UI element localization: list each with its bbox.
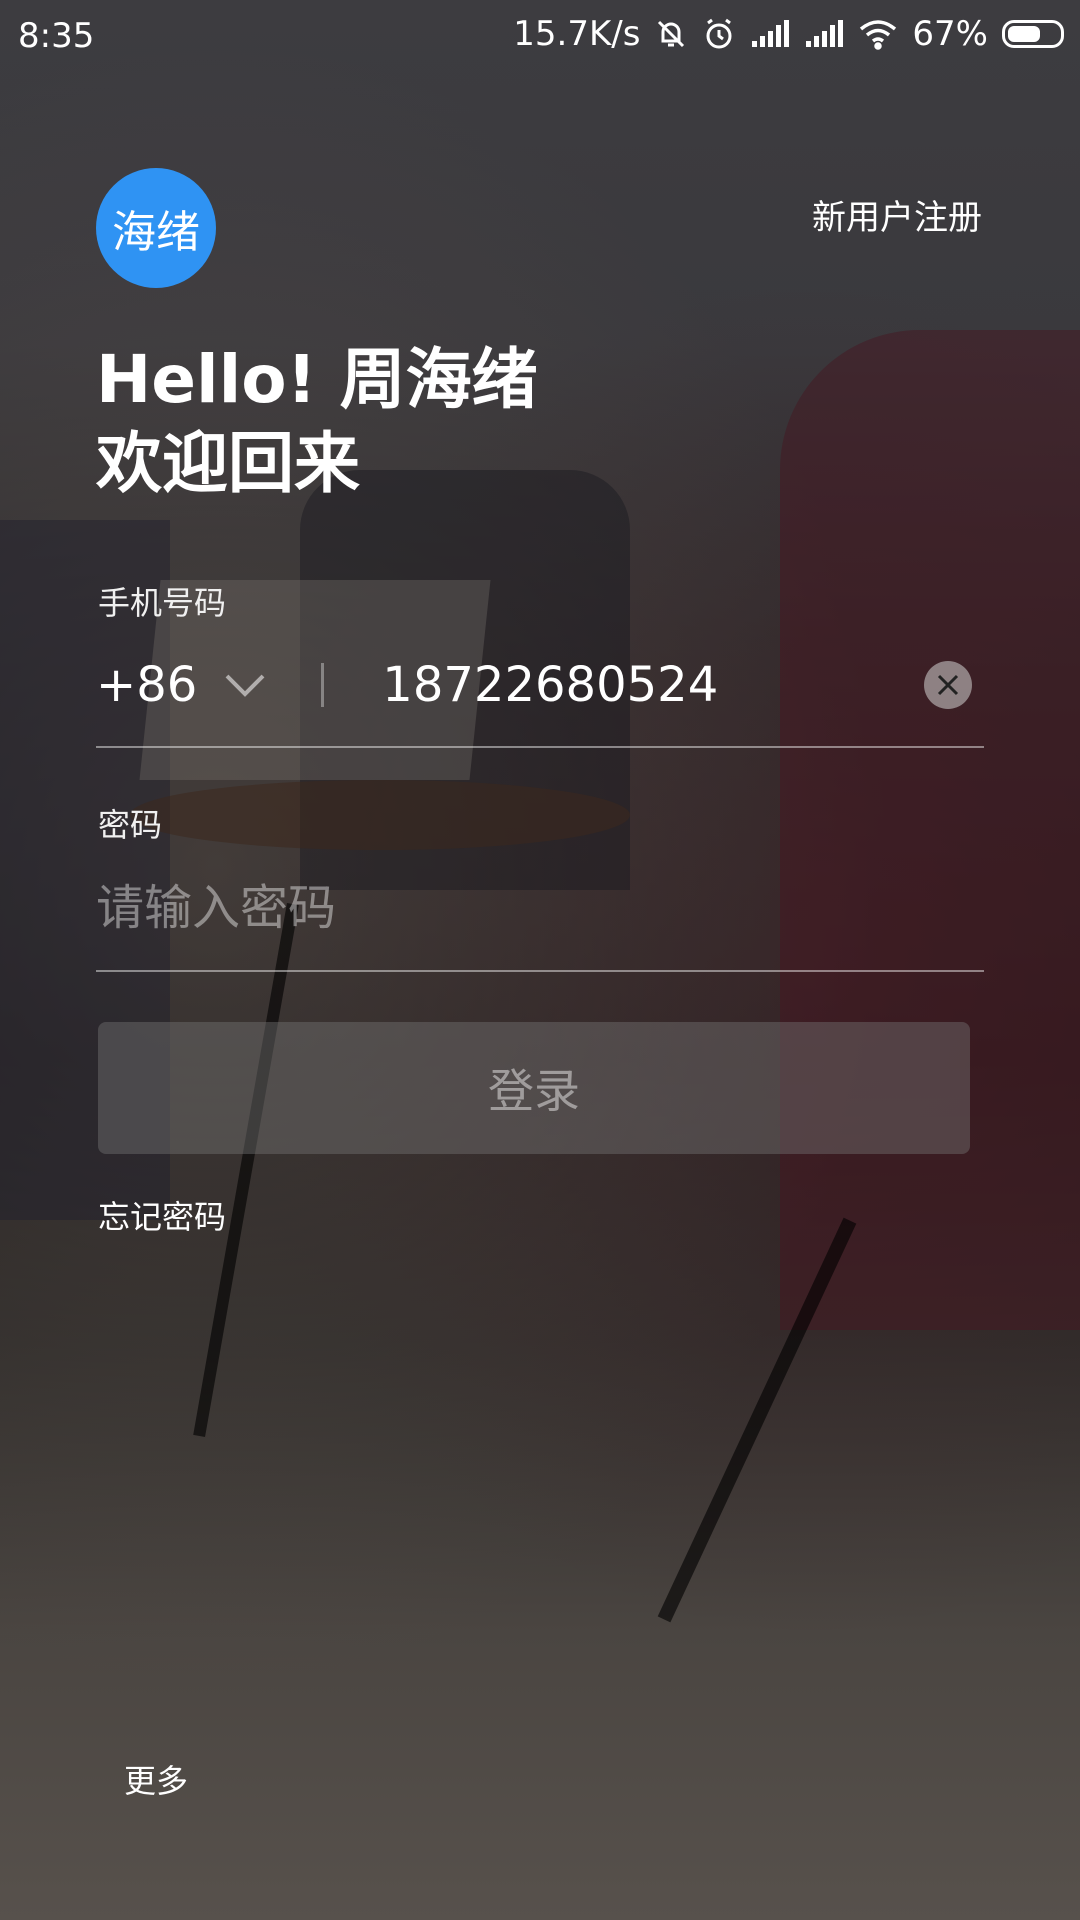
greeting-line-1: Hello! 周海绪 <box>96 341 538 418</box>
background-photo-table-leg <box>657 1217 857 1623</box>
status-icons: 15.7K/s 67% <box>513 14 1064 54</box>
battery-level-fill <box>1008 26 1040 42</box>
background-photo-person <box>780 330 1080 1330</box>
greeting-heading: Hello! 周海绪 欢迎回来 <box>96 338 538 506</box>
bell-muted-icon <box>654 17 688 51</box>
app-logo: 海绪 <box>96 168 216 288</box>
phone-input[interactable]: 18722680524 <box>382 657 924 713</box>
logo-text: 海绪 <box>112 207 200 258</box>
alarm-icon <box>702 17 736 51</box>
background-photo-table-leg <box>193 903 299 1437</box>
chevron-down-icon[interactable] <box>223 670 267 700</box>
wifi-icon <box>858 18 898 50</box>
battery-percent: 67% <box>912 14 988 54</box>
register-link[interactable]: 新用户注册 <box>812 190 982 239</box>
login-button-label: 登录 <box>488 1064 580 1118</box>
clear-phone-button[interactable] <box>924 661 972 709</box>
password-label: 密码 <box>98 806 163 844</box>
close-icon <box>937 674 959 696</box>
status-time: 8:35 <box>18 16 95 56</box>
greeting-line-2: 欢迎回来 <box>96 425 360 502</box>
password-underline <box>96 970 984 972</box>
phone-underline <box>96 746 984 748</box>
signal-icon <box>750 19 790 49</box>
network-speed: 15.7K/s <box>513 14 641 54</box>
field-divider <box>321 663 325 707</box>
password-input[interactable] <box>96 868 984 948</box>
country-code-selector[interactable]: +86 <box>96 657 197 713</box>
battery-icon <box>1002 20 1064 48</box>
login-screen: 8:35 15.7K/s 67% 海绪 新用户注册 Hello! 周海绪 欢迎回… <box>0 0 1080 1920</box>
background-photo-table <box>130 780 630 850</box>
login-button[interactable]: 登录 <box>98 1022 970 1154</box>
forgot-password-link[interactable]: 忘记密码 <box>98 1192 226 1238</box>
phone-row: +86 18722680524 <box>96 640 984 730</box>
signal-icon <box>804 19 844 49</box>
more-link[interactable]: 更多 <box>124 1756 188 1802</box>
phone-label: 手机号码 <box>98 584 227 622</box>
status-bar: 8:35 15.7K/s 67% <box>0 0 1080 72</box>
